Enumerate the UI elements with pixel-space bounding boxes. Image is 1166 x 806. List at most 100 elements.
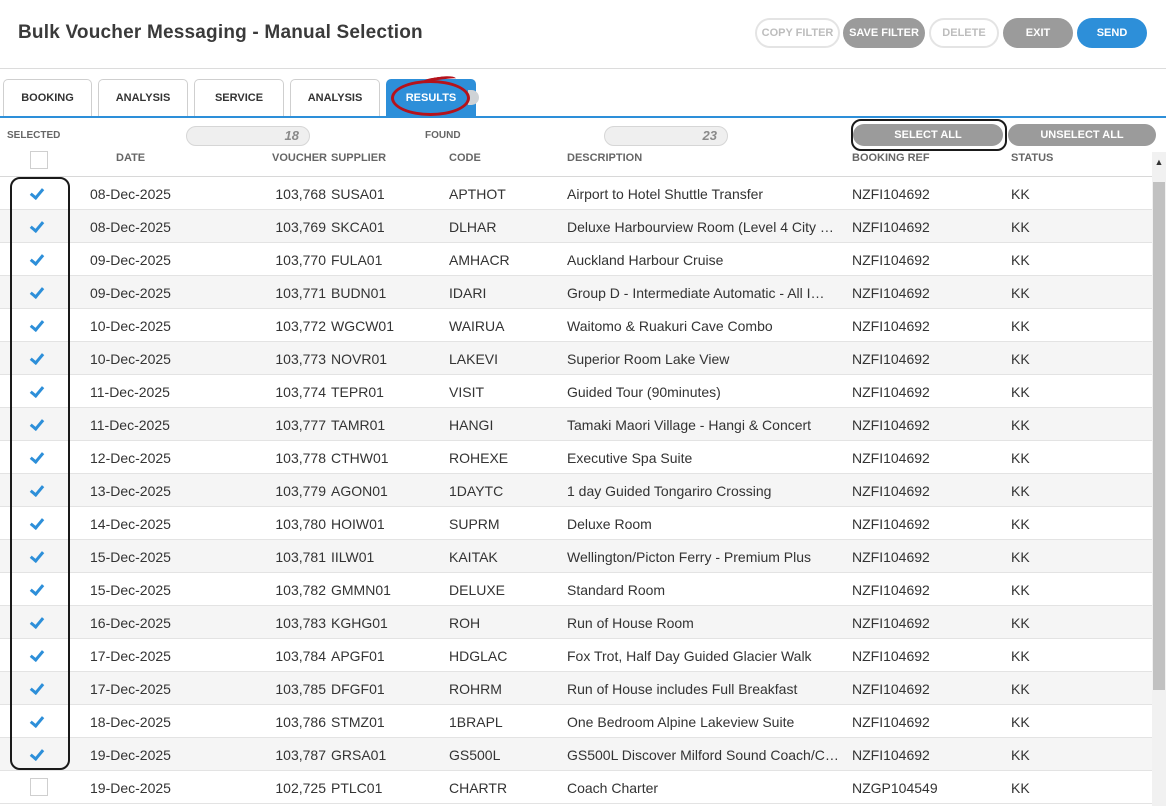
cell-voucher: 103,772: [275, 318, 326, 334]
row-checkbox[interactable]: [29, 613, 48, 631]
row-checkbox[interactable]: [29, 250, 48, 268]
checkmark-icon: [29, 712, 45, 729]
cell-booking-ref: NZFI104692: [852, 318, 930, 334]
table-row[interactable]: 09-Dec-2025 103,771 BUDN01 IDARI Group D - I…: [0, 276, 1152, 309]
table-row[interactable]: 14-Dec-2025 103,780 HOIW01 SUPRM Deluxe Room…: [0, 507, 1152, 540]
table-row[interactable]: 13-Dec-2025 103,779 AGON01 1DAYTC 1 day Guid…: [0, 474, 1152, 507]
save-filter-button[interactable]: SAVE FILTER: [843, 18, 925, 48]
row-checkbox[interactable]: [29, 448, 48, 466]
table-row[interactable]: 18-Dec-2025 103,786 STMZ01 1BRAPL One Bedroo…: [0, 705, 1152, 738]
found-count: 23: [604, 126, 728, 146]
cell-code: ROHEXE: [449, 450, 509, 466]
cell-supplier: HOIW01: [331, 516, 385, 532]
table-row[interactable]: 16-Dec-2025 103,783 KGHG01 ROH Run of House …: [0, 606, 1152, 639]
column-header-status[interactable]: STATUS: [1011, 152, 1053, 164]
cell-voucher: 103,779: [275, 483, 326, 499]
cell-booking-ref: NZFI104692: [852, 186, 930, 202]
row-checkbox[interactable]: [29, 745, 48, 763]
cell-code: KAITAK: [449, 549, 498, 565]
cell-code: VISIT: [449, 384, 485, 400]
cell-booking-ref: NZFI104692: [852, 648, 930, 664]
row-checkbox[interactable]: [29, 283, 48, 301]
column-header-code[interactable]: CODE: [449, 152, 481, 164]
row-checkbox[interactable]: [29, 349, 48, 367]
column-header-voucher[interactable]: VOUCHER: [272, 152, 327, 164]
cell-booking-ref: NZFI104692: [852, 516, 930, 532]
checkmark-icon: [29, 382, 45, 399]
scroll-thumb[interactable]: [1153, 182, 1165, 690]
table-row[interactable]: 11-Dec-2025 103,774 TEPR01 VISIT Guided Tour…: [0, 375, 1152, 408]
cell-date: 15-Dec-2025: [90, 549, 171, 565]
row-checkbox[interactable]: [29, 679, 48, 697]
row-checkbox[interactable]: [29, 217, 48, 235]
cell-status: KK: [1011, 252, 1030, 268]
table-row[interactable]: 19-Dec-2025 103,787 GRSA01 GS500L GS500L Dis…: [0, 738, 1152, 771]
checkmark-icon: [29, 613, 45, 630]
scroll-up-arrow-icon[interactable]: ▲: [1152, 152, 1166, 172]
cell-supplier: BUDN01: [331, 285, 387, 301]
cell-booking-ref: NZFI104692: [852, 681, 930, 697]
table-row[interactable]: 11-Dec-2025 103,777 TAMR01 HANGI Tamaki Maor…: [0, 408, 1152, 441]
cell-status: KK: [1011, 681, 1030, 697]
delete-button[interactable]: DELETE: [929, 18, 999, 48]
row-checkbox[interactable]: [29, 184, 48, 202]
row-checkbox[interactable]: [29, 514, 48, 532]
cell-supplier: PTLC01: [331, 780, 383, 796]
select-all-button[interactable]: SELECT ALL: [853, 124, 1003, 146]
row-checkbox[interactable]: [29, 481, 48, 499]
row-checkbox[interactable]: [30, 778, 48, 796]
cell-booking-ref: NZFI104692: [852, 219, 930, 235]
cell-code: 1DAYTC: [449, 483, 504, 499]
summary-bar: SELECTED 18 FOUND 23 SELECT ALL UNSELECT…: [0, 121, 1166, 149]
table-row[interactable]: 08-Dec-2025 103,769 SKCA01 DLHAR Deluxe Harb…: [0, 210, 1152, 243]
row-checkbox[interactable]: [29, 547, 48, 565]
table-row[interactable]: 15-Dec-2025 103,781 IILW01 KAITAK Wellington…: [0, 540, 1152, 573]
tab-analysis-2[interactable]: ANALYSIS: [290, 79, 380, 116]
header-bar: Bulk Voucher Messaging - Manual Selectio…: [0, 0, 1166, 69]
cell-date: 09-Dec-2025: [90, 252, 171, 268]
cell-voucher: 103,786: [275, 714, 326, 730]
row-checkbox[interactable]: [29, 646, 48, 664]
cell-description: Auckland Harbour Cruise: [567, 252, 724, 268]
unselect-all-button[interactable]: UNSELECT ALL: [1008, 124, 1156, 146]
checkmark-icon: [29, 745, 45, 762]
exit-button[interactable]: EXIT: [1003, 18, 1073, 48]
cell-voucher: 102,725: [275, 780, 326, 796]
column-header-date[interactable]: DATE: [116, 152, 145, 164]
table-row[interactable]: 09-Dec-2025 103,770 FULA01 AMHACR Auckland H…: [0, 243, 1152, 276]
cell-description: Executive Spa Suite: [567, 450, 693, 466]
table-row[interactable]: 10-Dec-2025 103,772 WGCW01 WAIRUA Waitomo & …: [0, 309, 1152, 342]
table-row[interactable]: 17-Dec-2025 103,784 APGF01 HDGLAC Fox Trot, …: [0, 639, 1152, 672]
cell-description: Deluxe Harbourview Room (Level 4 City …: [567, 219, 834, 235]
checkmark-icon: [29, 481, 45, 498]
table-row[interactable]: 15-Dec-2025 103,782 GMMN01 DELUXE Standard R…: [0, 573, 1152, 606]
cell-description: Tamaki Maori Village - Hangi & Concert: [567, 417, 812, 433]
cell-code: SUPRM: [449, 516, 500, 532]
tab-analysis-1[interactable]: ANALYSIS: [98, 79, 188, 116]
cell-description: Airport to Hotel Shuttle Transfer: [567, 186, 764, 202]
column-header-description[interactable]: DESCRIPTION: [567, 152, 642, 164]
table-row[interactable]: 10-Dec-2025 103,773 NOVR01 LAKEVI Superior R…: [0, 342, 1152, 375]
copy-filter-button[interactable]: COPY FILTER: [755, 18, 840, 48]
tab-service[interactable]: SERVICE: [194, 79, 284, 116]
select-all-checkbox[interactable]: [30, 151, 48, 169]
selected-label: SELECTED: [7, 130, 61, 141]
cell-description: Superior Room Lake View: [567, 351, 730, 367]
table-row[interactable]: 17-Dec-2025 103,785 DFGF01 ROHRM Run of Hous…: [0, 672, 1152, 705]
row-checkbox[interactable]: [29, 316, 48, 334]
row-checkbox[interactable]: [29, 580, 48, 598]
table-row[interactable]: 19-Dec-2025 102,725 PTLC01 CHARTR Coach Char…: [0, 771, 1152, 804]
table-row[interactable]: 12-Dec-2025 103,778 CTHW01 ROHEXE Executive …: [0, 441, 1152, 474]
vertical-scrollbar[interactable]: ▲: [1152, 152, 1166, 806]
cell-date: 11-Dec-2025: [90, 384, 170, 400]
column-header-booking-ref[interactable]: BOOKING REF: [852, 152, 930, 164]
row-checkbox[interactable]: [29, 382, 48, 400]
row-checkbox[interactable]: [29, 712, 48, 730]
table-row[interactable]: 08-Dec-2025 103,768 SUSA01 APTHOT Airport to…: [0, 177, 1152, 210]
cell-supplier: SKCA01: [331, 219, 385, 235]
cell-status: KK: [1011, 186, 1030, 202]
tab-booking[interactable]: BOOKING: [3, 79, 92, 116]
send-button[interactable]: SEND: [1077, 18, 1147, 48]
row-checkbox[interactable]: [29, 415, 48, 433]
column-header-supplier[interactable]: SUPPLIER: [331, 152, 386, 164]
